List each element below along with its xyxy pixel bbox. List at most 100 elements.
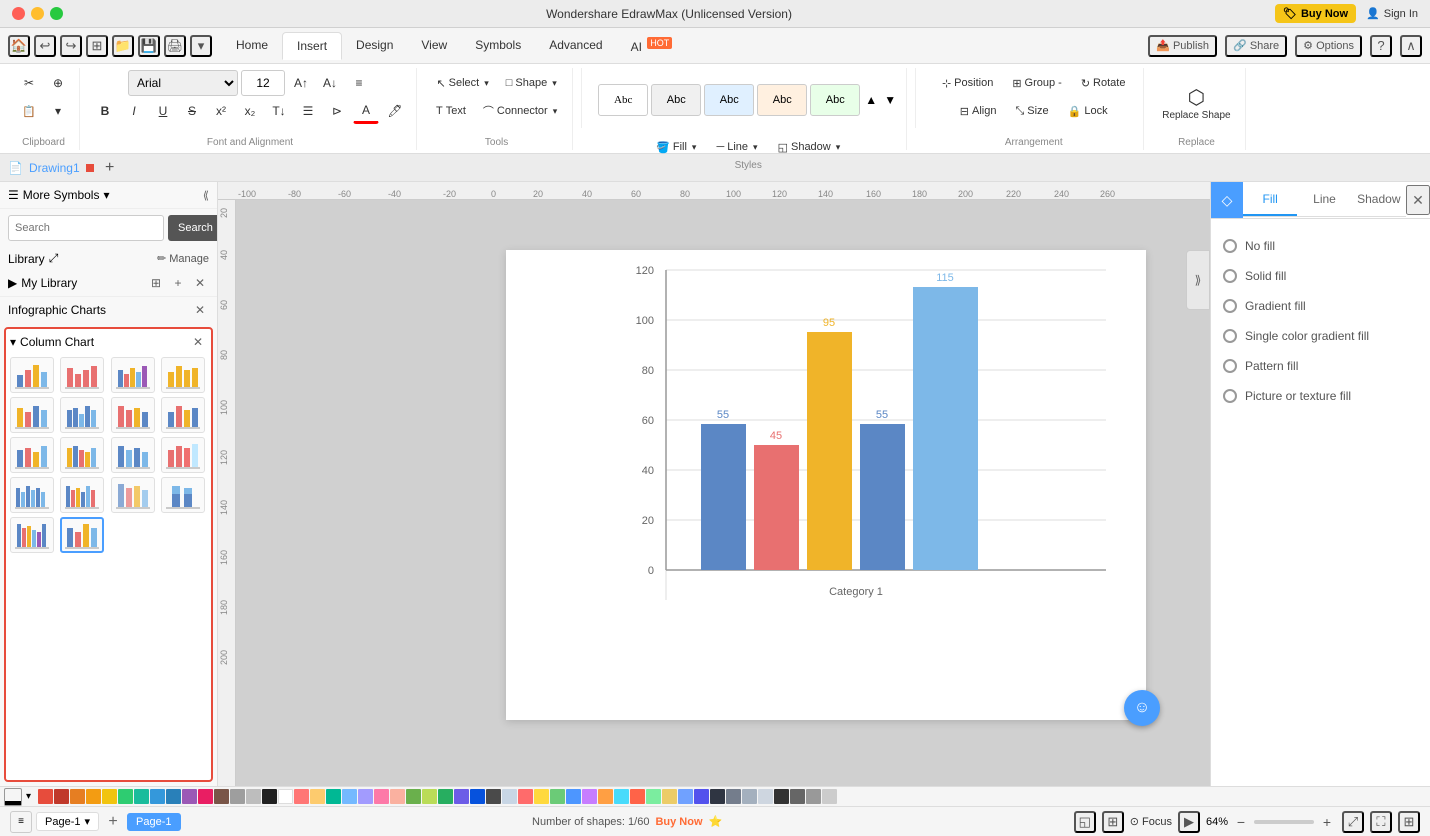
- position-button[interactable]: ⊹ Position: [934, 70, 1001, 96]
- shape-button[interactable]: □ Shape: [499, 70, 564, 96]
- chart-thumb-8[interactable]: [161, 397, 205, 433]
- italic-button[interactable]: I: [121, 98, 147, 124]
- color-swatch-black[interactable]: [262, 789, 277, 804]
- floating-action-button[interactable]: ☺: [1124, 690, 1160, 726]
- buy-now-button[interactable]: 🏷 Buy Now: [1275, 4, 1356, 23]
- fullscreen-button[interactable]: ⛶: [1370, 811, 1392, 833]
- line-button[interactable]: ─ Line: [709, 134, 764, 160]
- color-swatch-blue[interactable]: [166, 789, 181, 804]
- color-swatch-coral[interactable]: [294, 789, 309, 804]
- cs-31[interactable]: [518, 789, 533, 804]
- tab-home[interactable]: Home: [222, 32, 282, 60]
- new-icon[interactable]: ⊞: [86, 35, 108, 57]
- save-icon[interactable]: 💾: [138, 35, 160, 57]
- chart-thumb-15[interactable]: [111, 477, 155, 513]
- document-title[interactable]: Drawing1: [29, 161, 80, 175]
- cs-35[interactable]: [582, 789, 597, 804]
- tab-design[interactable]: Design: [342, 32, 407, 60]
- color-swatch-forest[interactable]: [438, 789, 453, 804]
- cs-40[interactable]: [662, 789, 677, 804]
- shadow-button[interactable]: ◱ Shadow: [771, 134, 848, 160]
- chart-thumb-6[interactable]: [60, 397, 104, 433]
- tab-view[interactable]: View: [407, 32, 461, 60]
- right-panel-close-button[interactable]: ✕: [1406, 185, 1430, 215]
- minimize-button[interactable]: [31, 7, 44, 20]
- chart-thumb-13[interactable]: [10, 477, 54, 513]
- decrease-font-button[interactable]: A↓: [317, 70, 343, 96]
- tab-ai[interactable]: AI HOT: [617, 32, 687, 60]
- color-swatch-yellow[interactable]: [102, 789, 117, 804]
- color-swatch-mint[interactable]: [326, 789, 341, 804]
- style-box-5[interactable]: Abc: [810, 84, 860, 116]
- text-button[interactable]: T Text: [429, 98, 473, 124]
- panel-collapse-button[interactable]: ⟪: [203, 189, 209, 202]
- rotate-button[interactable]: ↻ Rotate: [1073, 70, 1134, 96]
- style-scroll-up[interactable]: ▲: [863, 70, 879, 130]
- picture-fill-radio[interactable]: [1223, 389, 1237, 403]
- close-button[interactable]: [12, 7, 25, 20]
- cs-36[interactable]: [598, 789, 613, 804]
- zoom-slider[interactable]: [1254, 820, 1314, 824]
- color-swatch-sky[interactable]: [342, 789, 357, 804]
- tab-shadow[interactable]: Shadow: [1352, 184, 1406, 216]
- color-swatch-darkred[interactable]: [54, 789, 69, 804]
- active-page-tab[interactable]: Page-1: [127, 813, 180, 831]
- line-color-box[interactable]: [4, 788, 22, 806]
- map-button[interactable]: ⊞: [1102, 811, 1124, 833]
- chart-thumb-18[interactable]: [60, 517, 104, 553]
- style-box-1[interactable]: Abc: [598, 84, 648, 116]
- sign-in-button[interactable]: 👤 Sign In: [1366, 4, 1418, 23]
- chart-thumb-9[interactable]: [10, 437, 54, 473]
- tab-fill[interactable]: Fill: [1243, 184, 1297, 216]
- align-arrange-button[interactable]: ⊟ Align: [952, 98, 1005, 124]
- infographic-close-button[interactable]: ✕: [191, 301, 209, 319]
- color-swatch-red[interactable]: [38, 789, 53, 804]
- more-options-button[interactable]: ⊞: [1398, 811, 1420, 833]
- home-icon[interactable]: 🏠: [8, 35, 30, 57]
- my-library-row[interactable]: ▶ My Library ⊞ + ✕: [0, 270, 217, 296]
- redo-icon[interactable]: ↪: [60, 35, 82, 57]
- cs-39[interactable]: [646, 789, 661, 804]
- cs-37[interactable]: [614, 789, 629, 804]
- collapse-button[interactable]: ∧: [1400, 35, 1422, 57]
- group-button[interactable]: ⊞ Group -: [1004, 70, 1070, 96]
- tab-line[interactable]: Line: [1297, 184, 1351, 216]
- copy-style-button[interactable]: ⊕: [45, 70, 71, 96]
- color-swatch-charcoal[interactable]: [486, 789, 501, 804]
- font-color-button[interactable]: A: [353, 98, 379, 124]
- maximize-button[interactable]: [50, 7, 63, 20]
- chart-thumb-12[interactable]: [161, 437, 205, 473]
- select-button[interactable]: ↖ Select: [429, 70, 495, 96]
- color-swatch-purple[interactable]: [182, 789, 197, 804]
- color-swatch-cyan[interactable]: [150, 789, 165, 804]
- focus-button[interactable]: ⊙ Focus: [1130, 815, 1172, 828]
- style-box-2[interactable]: Abc: [651, 84, 701, 116]
- cs-32[interactable]: [534, 789, 549, 804]
- buy-now-status[interactable]: Buy Now: [655, 816, 702, 828]
- lock-button[interactable]: 🔒 Lock: [1060, 98, 1116, 124]
- chart-thumb-10[interactable]: [60, 437, 104, 473]
- search-button[interactable]: Search: [168, 215, 218, 241]
- page-tab-1[interactable]: Page-1 ▾: [36, 812, 99, 831]
- picture-fill-option[interactable]: Picture or texture fill: [1223, 381, 1418, 411]
- color-swatch-grey[interactable]: [230, 789, 245, 804]
- my-library-add-button[interactable]: +: [169, 274, 187, 292]
- gradient-fill-option[interactable]: Gradient fill: [1223, 291, 1418, 321]
- options-button[interactable]: ⚙ Options: [1295, 35, 1362, 57]
- tab-advanced[interactable]: Advanced: [535, 32, 616, 60]
- single-gradient-radio[interactable]: [1223, 329, 1237, 343]
- paste-button[interactable]: 📋: [16, 98, 42, 124]
- cs-41[interactable]: [678, 789, 693, 804]
- right-panel-icon-button[interactable]: ◇: [1211, 182, 1243, 218]
- add-page-button[interactable]: +: [103, 812, 123, 832]
- paste-options-button[interactable]: ▾: [45, 98, 71, 124]
- color-swatch-lightgrey[interactable]: [246, 789, 261, 804]
- my-library-save-button[interactable]: ⊞: [147, 274, 165, 292]
- color-swatch-navy[interactable]: [470, 789, 485, 804]
- bold-button[interactable]: B: [92, 98, 118, 124]
- more-icon[interactable]: ▾: [190, 35, 212, 57]
- color-swatch-pink[interactable]: [198, 789, 213, 804]
- cs-34[interactable]: [566, 789, 581, 804]
- cs-38[interactable]: [630, 789, 645, 804]
- strikethrough-button[interactable]: S: [179, 98, 205, 124]
